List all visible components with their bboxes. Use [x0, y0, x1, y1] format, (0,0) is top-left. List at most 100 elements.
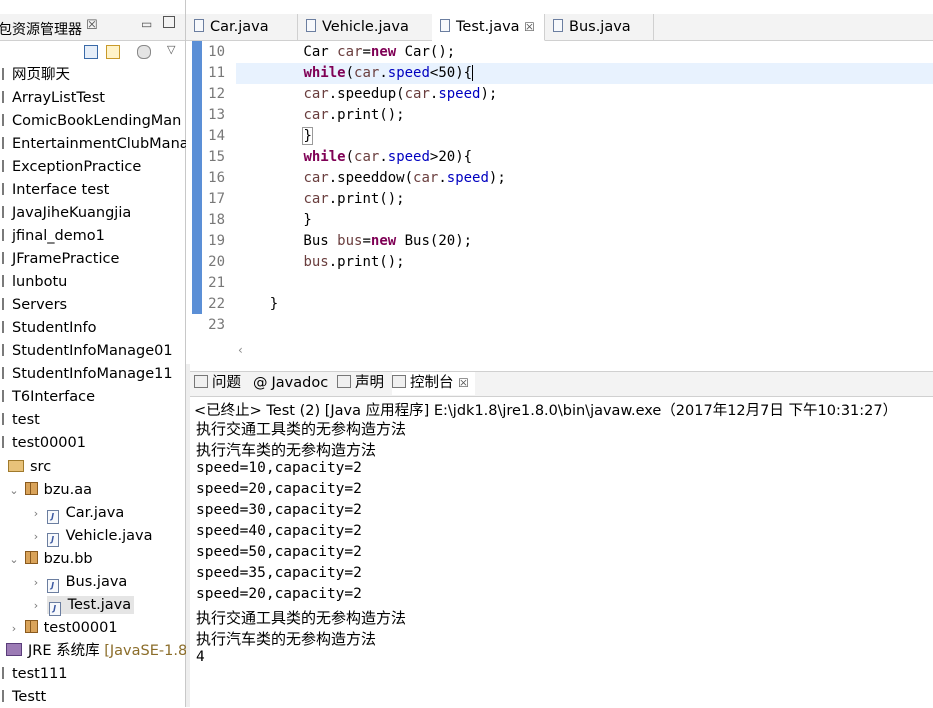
tab-problems[interactable]: 问题 — [194, 372, 241, 395]
chevron-right-icon[interactable]: › — [8, 618, 20, 640]
console-line: 4 — [196, 649, 205, 665]
code-line[interactable]: while(car.speed>20){ — [236, 149, 472, 165]
declaration-icon — [337, 375, 351, 388]
link-with-editor-icon[interactable] — [106, 45, 120, 59]
tree-item-project[interactable]: test00001 — [2, 432, 86, 454]
code-line[interactable]: while(car.speed<50){ — [236, 65, 474, 81]
tree-item-project[interactable]: StudentInfoManage11 — [2, 363, 173, 385]
tree-item-label: StudentInfoManage01 — [12, 343, 173, 359]
chevron-down-icon[interactable]: ⌄ — [8, 480, 20, 502]
close-icon[interactable]: ☒ — [524, 20, 535, 34]
tree-item-project[interactable]: Interface test — [2, 179, 109, 201]
tree-item-project[interactable]: EntertainmentClubMana — [2, 133, 189, 155]
tree-item-label: StudentInfo — [12, 320, 97, 336]
console-line: speed=20,capacity=2 — [196, 481, 362, 497]
explorer-close-icon[interactable]: ☒ — [86, 18, 98, 33]
tree-item-project[interactable]: Servers — [2, 294, 67, 316]
java-file-icon: J — [46, 533, 59, 547]
tree-item-testt[interactable]: Testt — [2, 686, 46, 708]
tree-item-project[interactable]: JavaJiheKuangjia — [2, 202, 131, 224]
tree-item-project[interactable]: JFramePractice — [2, 248, 119, 270]
chevron-right-icon[interactable]: › — [30, 503, 42, 525]
tab-vehicle-java[interactable]: Vehicle.java — [298, 14, 433, 40]
tree-item-project[interactable]: test — [2, 409, 40, 431]
line-number: 15 — [208, 149, 225, 165]
package-icon — [24, 620, 38, 633]
tree-item-project[interactable]: 网页聊天 — [2, 64, 70, 86]
tree-item-project[interactable]: StudentInfoManage01 — [2, 340, 173, 362]
line-number: 20 — [208, 254, 225, 270]
chevron-right-icon[interactable]: › — [30, 595, 42, 617]
project-icon — [2, 206, 7, 218]
tree-item-test111[interactable]: test111 — [2, 663, 68, 685]
tab-console[interactable]: 控制台 ☒ — [392, 372, 475, 395]
line-number: 11 — [208, 65, 225, 81]
console-line: 执行交通工具类的无参构造方法 — [196, 609, 407, 627]
line-number: 12 — [208, 86, 225, 102]
project-icon — [2, 275, 7, 287]
tree-item-project[interactable]: ComicBookLendingMan — [2, 110, 181, 132]
tree-item-bzu-aa[interactable]: ⌄ bzu.aa — [8, 479, 92, 501]
code-line[interactable]: Bus bus=new Bus(20); — [236, 233, 472, 249]
tree-item-src[interactable]: src — [8, 456, 51, 478]
tree-item-project[interactable]: jfinal_demo1 — [2, 225, 105, 247]
tree-item-test-java[interactable]: › J Test.java — [30, 594, 135, 617]
tree-item-label: test — [12, 412, 40, 428]
project-icon — [2, 667, 7, 679]
code-line[interactable]: car.speedup(car.speed); — [236, 86, 497, 102]
console-icon — [392, 375, 406, 388]
code-line[interactable]: } — [236, 127, 313, 145]
console-line: speed=35,capacity=2 — [196, 565, 362, 581]
close-icon[interactable]: ☒ — [458, 376, 469, 390]
project-icon — [2, 436, 7, 448]
collapse-all-icon[interactable] — [84, 45, 98, 59]
code-line[interactable]: } — [236, 212, 311, 228]
problems-icon — [194, 375, 208, 388]
line-number: 16 — [208, 170, 225, 186]
minimize-icon[interactable]: ▭ — [141, 17, 152, 31]
java-file-icon — [553, 19, 563, 32]
console-line: speed=10,capacity=2 — [196, 460, 362, 476]
tree-item-label: EntertainmentClubMana — [12, 136, 189, 152]
project-icon — [2, 160, 7, 172]
code-line[interactable]: car.print(); — [236, 107, 404, 123]
tab-javadoc[interactable]: @ Javadoc — [253, 372, 328, 395]
tree-item-vehicle-java[interactable]: › J Vehicle.java — [30, 525, 152, 547]
tab-car-java[interactable]: Car.java — [186, 14, 298, 40]
chevron-down-icon[interactable]: ⌄ — [8, 549, 20, 571]
tree-item-project[interactable]: StudentInfo — [2, 317, 97, 339]
tree-item-jre-library[interactable]: JRE 系统库 [JavaSE-1.8 — [6, 640, 187, 662]
tree-item-label: ExceptionPractice — [12, 159, 142, 175]
code-line[interactable]: car.speeddow(car.speed); — [236, 170, 505, 186]
console-line: 执行交通工具类的无参构造方法 — [196, 420, 407, 438]
project-icon — [2, 321, 7, 333]
code-line[interactable]: Car car=new Car(); — [236, 44, 455, 60]
tree-item-project[interactable]: ExceptionPractice — [2, 156, 141, 178]
chevron-right-icon[interactable]: › — [30, 572, 42, 594]
tab-declaration[interactable]: 声明 — [337, 372, 384, 395]
code-line[interactable]: } — [236, 296, 278, 312]
tree-item-project[interactable]: T6Interface — [2, 386, 95, 408]
chevron-down-icon[interactable]: ▽ — [167, 43, 175, 56]
line-number: 14 — [208, 128, 225, 144]
code-line[interactable]: car.print(); — [236, 191, 404, 207]
project-icon — [2, 229, 7, 241]
tree-item-project[interactable]: ArrayListTest — [2, 87, 105, 109]
tab-test-java[interactable]: Test.java ☒ — [432, 14, 545, 41]
java-file-icon: J — [48, 602, 61, 616]
maximize-icon[interactable] — [163, 16, 175, 28]
project-icon — [2, 390, 7, 402]
tree-item-bzu-bb[interactable]: ⌄ bzu.bb — [8, 548, 93, 570]
overview-ruler — [192, 41, 202, 314]
explorer-title[interactable]: 包资源管理器 — [0, 19, 82, 39]
tree-item-car-java[interactable]: › J Car.java — [30, 502, 124, 524]
tab-bus-java[interactable]: Bus.java — [545, 14, 654, 40]
chevron-right-icon[interactable]: › — [30, 526, 42, 548]
tree-item-test00001-package[interactable]: › test00001 — [8, 617, 118, 639]
tree-item-bus-java[interactable]: › J Bus.java — [30, 571, 127, 593]
code-line[interactable]: bus.print(); — [236, 254, 404, 270]
tree-item-project[interactable]: lunbotu — [2, 271, 67, 293]
project-icon — [2, 137, 7, 149]
horizontal-scrollbar[interactable] — [236, 342, 933, 360]
view-menu-icon[interactable] — [137, 45, 151, 59]
